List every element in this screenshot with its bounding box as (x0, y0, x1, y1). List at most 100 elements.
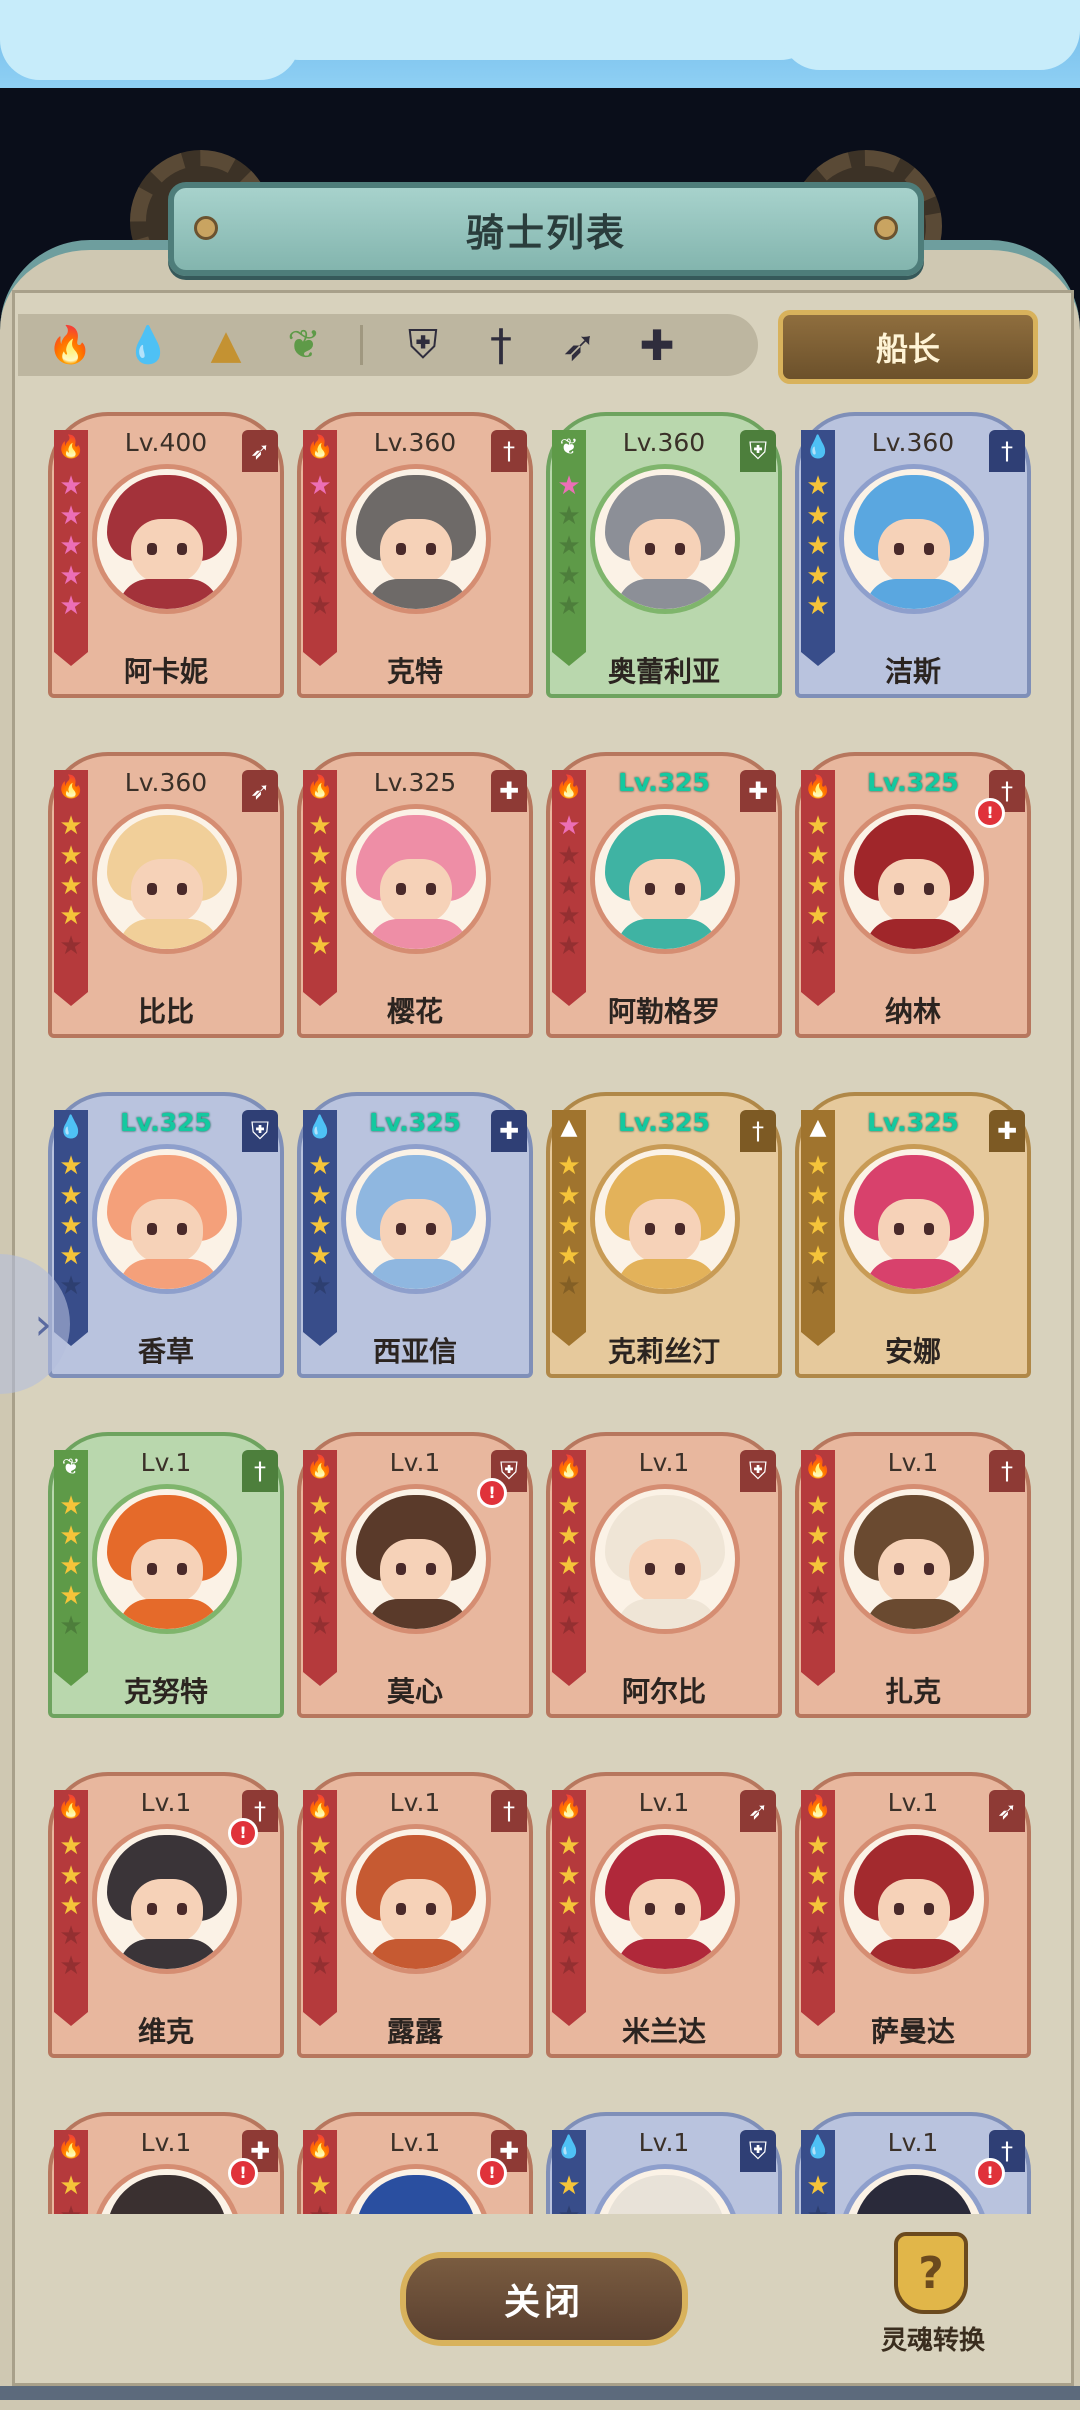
knight-card[interactable]: ❦ ★ ★ ★ ★ ★ † Lv.1 克努特 (48, 1432, 284, 1718)
star-icon: ★ (557, 1181, 581, 1211)
star-icon: ★ (557, 1861, 581, 1891)
star-icon: ★ (59, 1521, 83, 1551)
knight-level: Lv.1 (638, 1788, 690, 1817)
water-element-filter-icon[interactable]: 💧 (122, 319, 174, 371)
sword-class-filter-icon[interactable]: † (475, 319, 527, 371)
star-icon: ★ (59, 1951, 83, 1981)
knight-card[interactable]: 🔥 ★ ★ ★ ★ ★ ⛨ Lv.1 ! 莫心 (297, 1432, 533, 1718)
star-icon: ★ (308, 901, 332, 931)
knight-portrait (341, 464, 491, 614)
knight-card[interactable]: ❦ ★ ★ ★ ★ ★ ⛨ Lv.360 奥蕾利亚 (546, 412, 782, 698)
knight-portrait (92, 1824, 242, 1974)
star-icon: ★ (557, 1611, 581, 1641)
knight-name: 莫心 (386, 1675, 443, 1708)
knight-card[interactable]: 🔥 ★ ★ ★ ★ ★ ✚ Lv.325 阿勒格罗 (546, 752, 782, 1038)
knight-card[interactable]: 🔥 ★ ★ ★ ★ ★ ➶ Lv.360 比比 (48, 752, 284, 1038)
knight-portrait (839, 1484, 989, 1634)
knight-name: 克努特 (123, 1675, 208, 1708)
star-icon: ★ (59, 531, 83, 561)
captain-button[interactable]: 船长 (778, 310, 1038, 384)
fire-element-filter-icon[interactable]: 🔥 (44, 319, 96, 371)
star-rating: ★★★★★ (306, 1832, 334, 1980)
knight-card[interactable]: 💧 ★★★★★ † Lv.1 ! (795, 2112, 1031, 2214)
star-icon: ★ (59, 1211, 83, 1241)
wind-element-filter-icon[interactable]: ❦ (278, 319, 330, 371)
star-icon: ★ (308, 591, 332, 621)
star-icon: ★ (806, 841, 830, 871)
star-rating: ★★★★★ (804, 1492, 832, 1640)
knight-card[interactable]: 🔥 ★ ★ ★ ★ ★ ⛨ Lv.1 阿尔比 (546, 1432, 782, 1718)
knight-card[interactable]: ▲ ★ ★ ★ ★ ★ † Lv.325 克莉丝汀 (546, 1092, 782, 1378)
star-rating: ★★★★★ (306, 812, 334, 960)
close-button[interactable]: 关闭 (400, 2252, 688, 2346)
star-icon: ★ (308, 811, 332, 841)
star-rating: ★★★★★ (306, 472, 334, 620)
knight-card[interactable]: 🔥 ★ ★ ★ ★ ★ † Lv.1 露露 (297, 1772, 533, 2058)
knight-card[interactable]: 🔥 ★ ★ ★ ★ ★ † Lv.360 克特 (297, 412, 533, 698)
star-icon: ★ (806, 1271, 830, 1301)
knight-card[interactable]: ▲ ★ ★ ★ ★ ★ ✚ Lv.325 安娜 (795, 1092, 1031, 1378)
knight-card[interactable]: 🔥 ★★★★★ ✚ Lv.1 ! (297, 2112, 533, 2214)
knight-card[interactable]: 🔥 ★ ★ ★ ★ ★ † Lv.325 ! 纳林 (795, 752, 1031, 1038)
soul-conversion-button[interactable]: ? 灵魂转换 (868, 2232, 998, 2362)
star-rating: ★★★★★ (555, 812, 583, 960)
star-icon: ★ (806, 1951, 830, 1981)
star-icon: ★ (308, 931, 332, 961)
knight-card[interactable]: 🔥 ★ ★ ★ ★ ★ ✚ Lv.325 樱花 (297, 752, 533, 1038)
star-icon: ★ (59, 1581, 83, 1611)
star-icon: ★ (557, 1241, 581, 1271)
knight-card[interactable]: 💧 ★ ★ ★ ★ ★ ✚ Lv.325 西亚信 (297, 1092, 533, 1378)
star-icon: ★ (59, 1241, 83, 1271)
earth-element-filter-icon[interactable]: ▲ (200, 319, 252, 371)
knight-card[interactable]: 💧 ★★★★★ ⛨ Lv.1 (546, 2112, 782, 2214)
filter-divider (360, 325, 363, 365)
knight-card[interactable]: 💧 ★ ★ ★ ★ ★ ⛨ Lv.325 香草 (48, 1092, 284, 1378)
knight-name: 萨曼达 (870, 2015, 955, 2048)
knight-portrait (341, 804, 491, 954)
star-icon: ★ (555, 2202, 583, 2214)
new-alert-badge: ! (228, 2158, 258, 2188)
knight-level: Lv.325 (867, 768, 959, 797)
star-rating: ★★★★★ (306, 2172, 334, 2214)
knight-card[interactable]: 🔥 ★★★★★ ✚ Lv.1 ! (48, 2112, 284, 2214)
knight-level: Lv.325 (618, 1108, 710, 1137)
page-title: 骑士列表 (465, 210, 626, 255)
star-rating: ★★★★★ (804, 472, 832, 620)
knight-card[interactable]: 🔥 ★ ★ ★ ★ ★ † Lv.1 ! 维克 (48, 1772, 284, 2058)
star-icon: ★ (59, 871, 83, 901)
star-icon: ★ (308, 1861, 332, 1891)
star-rating: ★★★★★ (57, 2172, 85, 2214)
support-class-filter-icon[interactable]: ✚ (631, 319, 683, 371)
knight-card[interactable]: 💧 ★ ★ ★ ★ ★ † Lv.360 洁斯 (795, 412, 1031, 698)
new-alert-badge: ! (477, 1478, 507, 1508)
star-icon: ★ (806, 1551, 830, 1581)
new-alert-badge: ! (975, 798, 1005, 828)
knight-card[interactable]: 🔥 ★ ★ ★ ★ ★ ➶ Lv.1 萨曼达 (795, 1772, 1031, 2058)
knight-card[interactable]: 🔥 ★ ★ ★ ★ ★ ➶ Lv.1 米兰达 (546, 1772, 782, 2058)
knight-card[interactable]: 🔥 ★ ★ ★ ★ ★ ➶ Lv.400 阿卡妮 (48, 412, 284, 698)
star-icon: ★ (308, 1921, 332, 1951)
star-icon: ★ (557, 1951, 581, 1981)
knight-portrait (92, 804, 242, 954)
star-icon: ★ (557, 501, 581, 531)
star-icon: ★ (308, 841, 332, 871)
knight-name: 米兰达 (621, 2015, 706, 2048)
star-rating: ★★★★★ (555, 472, 583, 620)
star-icon: ★ (308, 1611, 332, 1641)
bow-class-filter-icon[interactable]: ➶ (553, 319, 605, 371)
knight-grid-viewport[interactable]: 🔥 ★ ★ ★ ★ ★ ➶ Lv.400 阿卡妮 🔥 ★ ★ ★ ★ ★ † Lv.360 克特 (30, 404, 1050, 2214)
star-icon: ★ (806, 901, 830, 931)
knight-portrait (839, 804, 989, 954)
shield-class-filter-icon[interactable]: ⛨ (397, 319, 449, 371)
knight-name: 阿卡妮 (123, 655, 208, 688)
star-icon: ★ (806, 1891, 830, 1921)
star-icon: ★ (806, 1581, 830, 1611)
knight-card[interactable]: 🔥 ★ ★ ★ ★ ★ † Lv.1 扎克 (795, 1432, 1031, 1718)
knight-portrait (590, 1824, 740, 1974)
star-icon: ★ (59, 901, 83, 931)
knight-portrait (92, 464, 242, 614)
star-icon: ★ (806, 471, 830, 501)
star-rating: ★★★★★ (555, 2172, 583, 2214)
star-icon: ★ (59, 1891, 83, 1921)
star-rating: ★★★★★ (804, 1832, 832, 1980)
